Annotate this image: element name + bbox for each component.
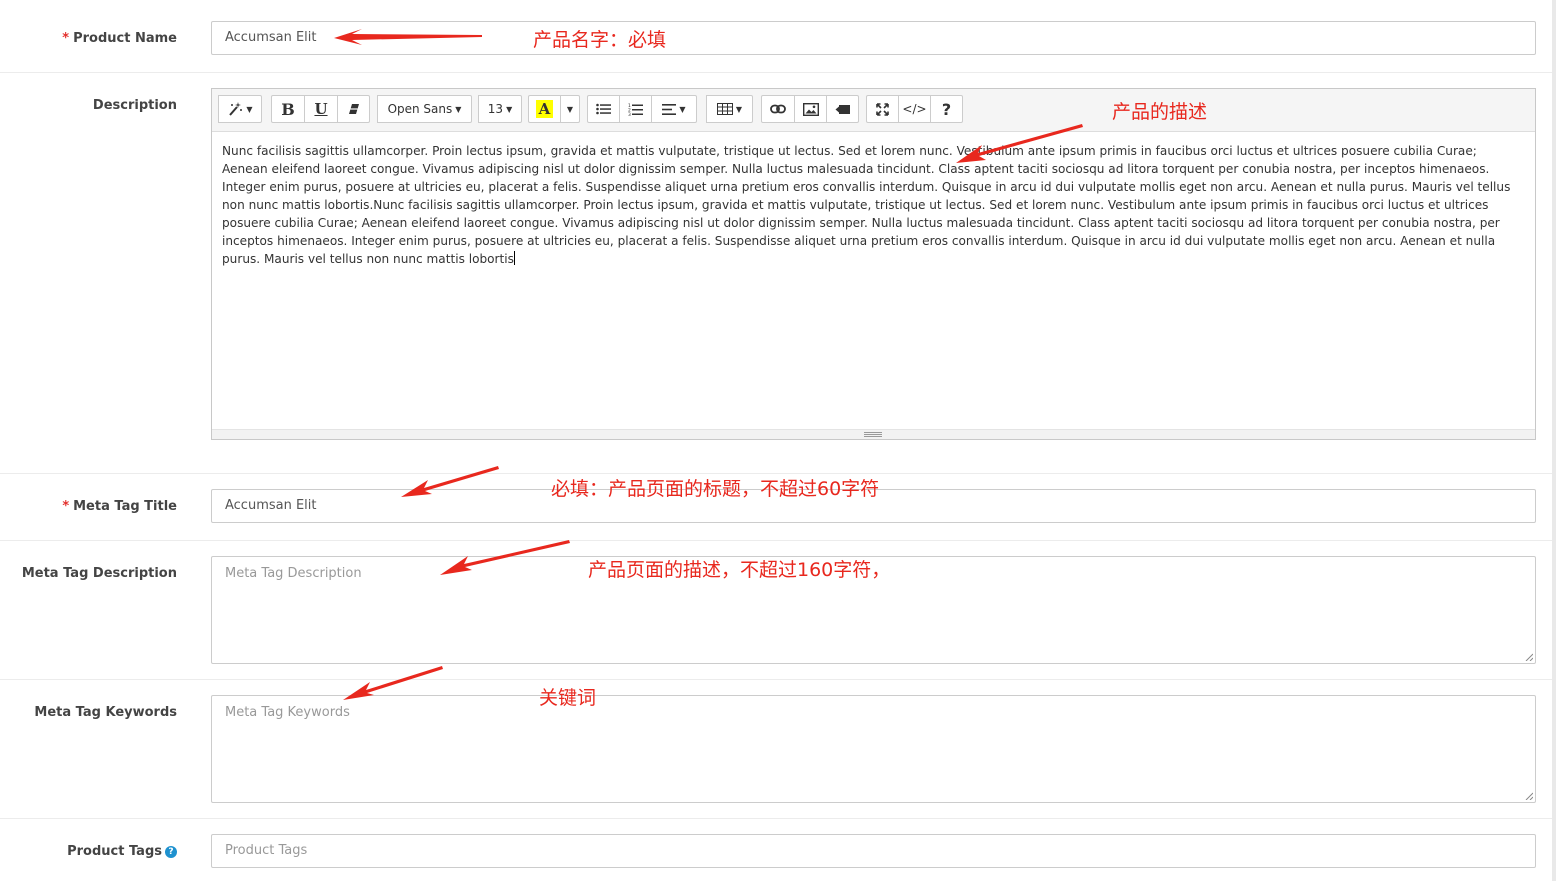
color-dropdown-button[interactable]: ▼ <box>560 95 580 123</box>
help-button[interactable]: ? <box>930 95 963 123</box>
product-name-label: * Product Name <box>62 31 177 46</box>
chevron-down-icon: ▼ <box>246 104 253 114</box>
text-cursor <box>513 251 515 265</box>
text-color-button[interactable]: A <box>528 95 561 123</box>
product-tags-row: Product Tags? Product Tags <box>0 818 1552 881</box>
description-editor: ▼ B U Open Sans ▼ 13 ▼ A ▼ 1 2 3 ▼ ▼ </>… <box>211 88 1536 440</box>
eraser-icon <box>348 104 359 114</box>
paragraph-align-dropdown[interactable]: ▼ <box>651 95 697 123</box>
chevron-down-icon: ▼ <box>455 104 462 114</box>
chevron-down-icon: ▼ <box>506 104 513 114</box>
insert-video-button[interactable] <box>826 95 859 123</box>
meta-description-placeholder: Meta Tag Description <box>225 566 362 581</box>
table-dropdown[interactable]: ▼ <box>706 95 753 123</box>
editor-resize-bar[interactable] <box>212 429 1535 439</box>
code-view-button[interactable]: </> <box>898 95 931 123</box>
underline-button[interactable]: U <box>304 95 338 123</box>
magic-wand-icon <box>229 102 243 116</box>
fullscreen-icon <box>876 102 889 116</box>
meta-description-label: Meta Tag Description <box>21 566 177 581</box>
highlight-letter: A <box>535 100 554 118</box>
description-content[interactable]: Nunc facilisis sagittis ullamcorper. Pro… <box>212 132 1535 422</box>
meta-keywords-label: Meta Tag Keywords <box>34 705 177 720</box>
editor-toolbar: ▼ B U Open Sans ▼ 13 ▼ A ▼ 1 2 3 ▼ ▼ </>… <box>212 89 1535 132</box>
annotation-meta-keywords: 关键词 <box>539 687 597 709</box>
meta-keywords-textarea[interactable]: Meta Tag Keywords <box>211 695 1536 803</box>
product-tags-input[interactable]: Product Tags <box>211 834 1536 868</box>
annotation-product-name: 产品名字：必填 <box>533 29 667 51</box>
meta-title-label: * Meta Tag Title <box>62 499 177 514</box>
insert-picture-button[interactable] <box>794 95 827 123</box>
list-ul-icon <box>596 103 611 115</box>
font-family-dropdown[interactable]: Open Sans ▼ <box>377 95 472 123</box>
help-icon[interactable]: ? <box>165 846 177 858</box>
list-ol-icon: 123 <box>628 103 643 116</box>
meta-keywords-placeholder: Meta Tag Keywords <box>225 705 350 720</box>
style-button[interactable]: ▼ <box>218 95 262 123</box>
required-mark: * <box>62 31 70 46</box>
chevron-down-icon: ▼ <box>735 104 743 114</box>
resize-grip-icon[interactable] <box>1525 653 1533 661</box>
video-icon <box>835 104 850 114</box>
align-left-icon <box>662 103 677 115</box>
description-label: Description <box>92 98 177 113</box>
table-icon <box>716 103 733 115</box>
clear-format-button[interactable] <box>337 95 370 123</box>
annotation-description: 产品的描述 <box>1112 101 1208 123</box>
bold-button[interactable]: B <box>271 95 305 123</box>
unordered-list-button[interactable] <box>587 95 620 123</box>
fullscreen-button[interactable] <box>866 95 899 123</box>
product-tags-label: Product Tags? <box>67 844 177 859</box>
font-size-dropdown[interactable]: 13 ▼ <box>478 95 522 123</box>
svg-text:3: 3 <box>628 112 631 116</box>
ordered-list-button[interactable]: 123 <box>619 95 652 123</box>
annotation-meta-description: 产品页面的描述，不超过160字符， <box>588 559 891 581</box>
chevron-down-icon: ▼ <box>566 104 574 114</box>
required-mark: * <box>62 499 70 514</box>
page-scrollbar-track[interactable] <box>1552 0 1556 881</box>
annotation-meta-title: 必填：产品页面的标题，不超过60字符 <box>551 478 880 500</box>
product-name-row: * Product Name Accumsan Elit <box>0 0 1552 73</box>
chevron-down-icon: ▼ <box>679 104 686 114</box>
link-icon <box>770 104 786 114</box>
insert-link-button[interactable] <box>761 95 795 123</box>
product-name-input[interactable]: Accumsan Elit <box>211 21 1536 55</box>
meta-keywords-row: Meta Tag Keywords Meta Tag Keywords <box>0 679 1552 819</box>
picture-icon <box>802 102 819 116</box>
resize-grip-icon[interactable] <box>1525 792 1533 800</box>
